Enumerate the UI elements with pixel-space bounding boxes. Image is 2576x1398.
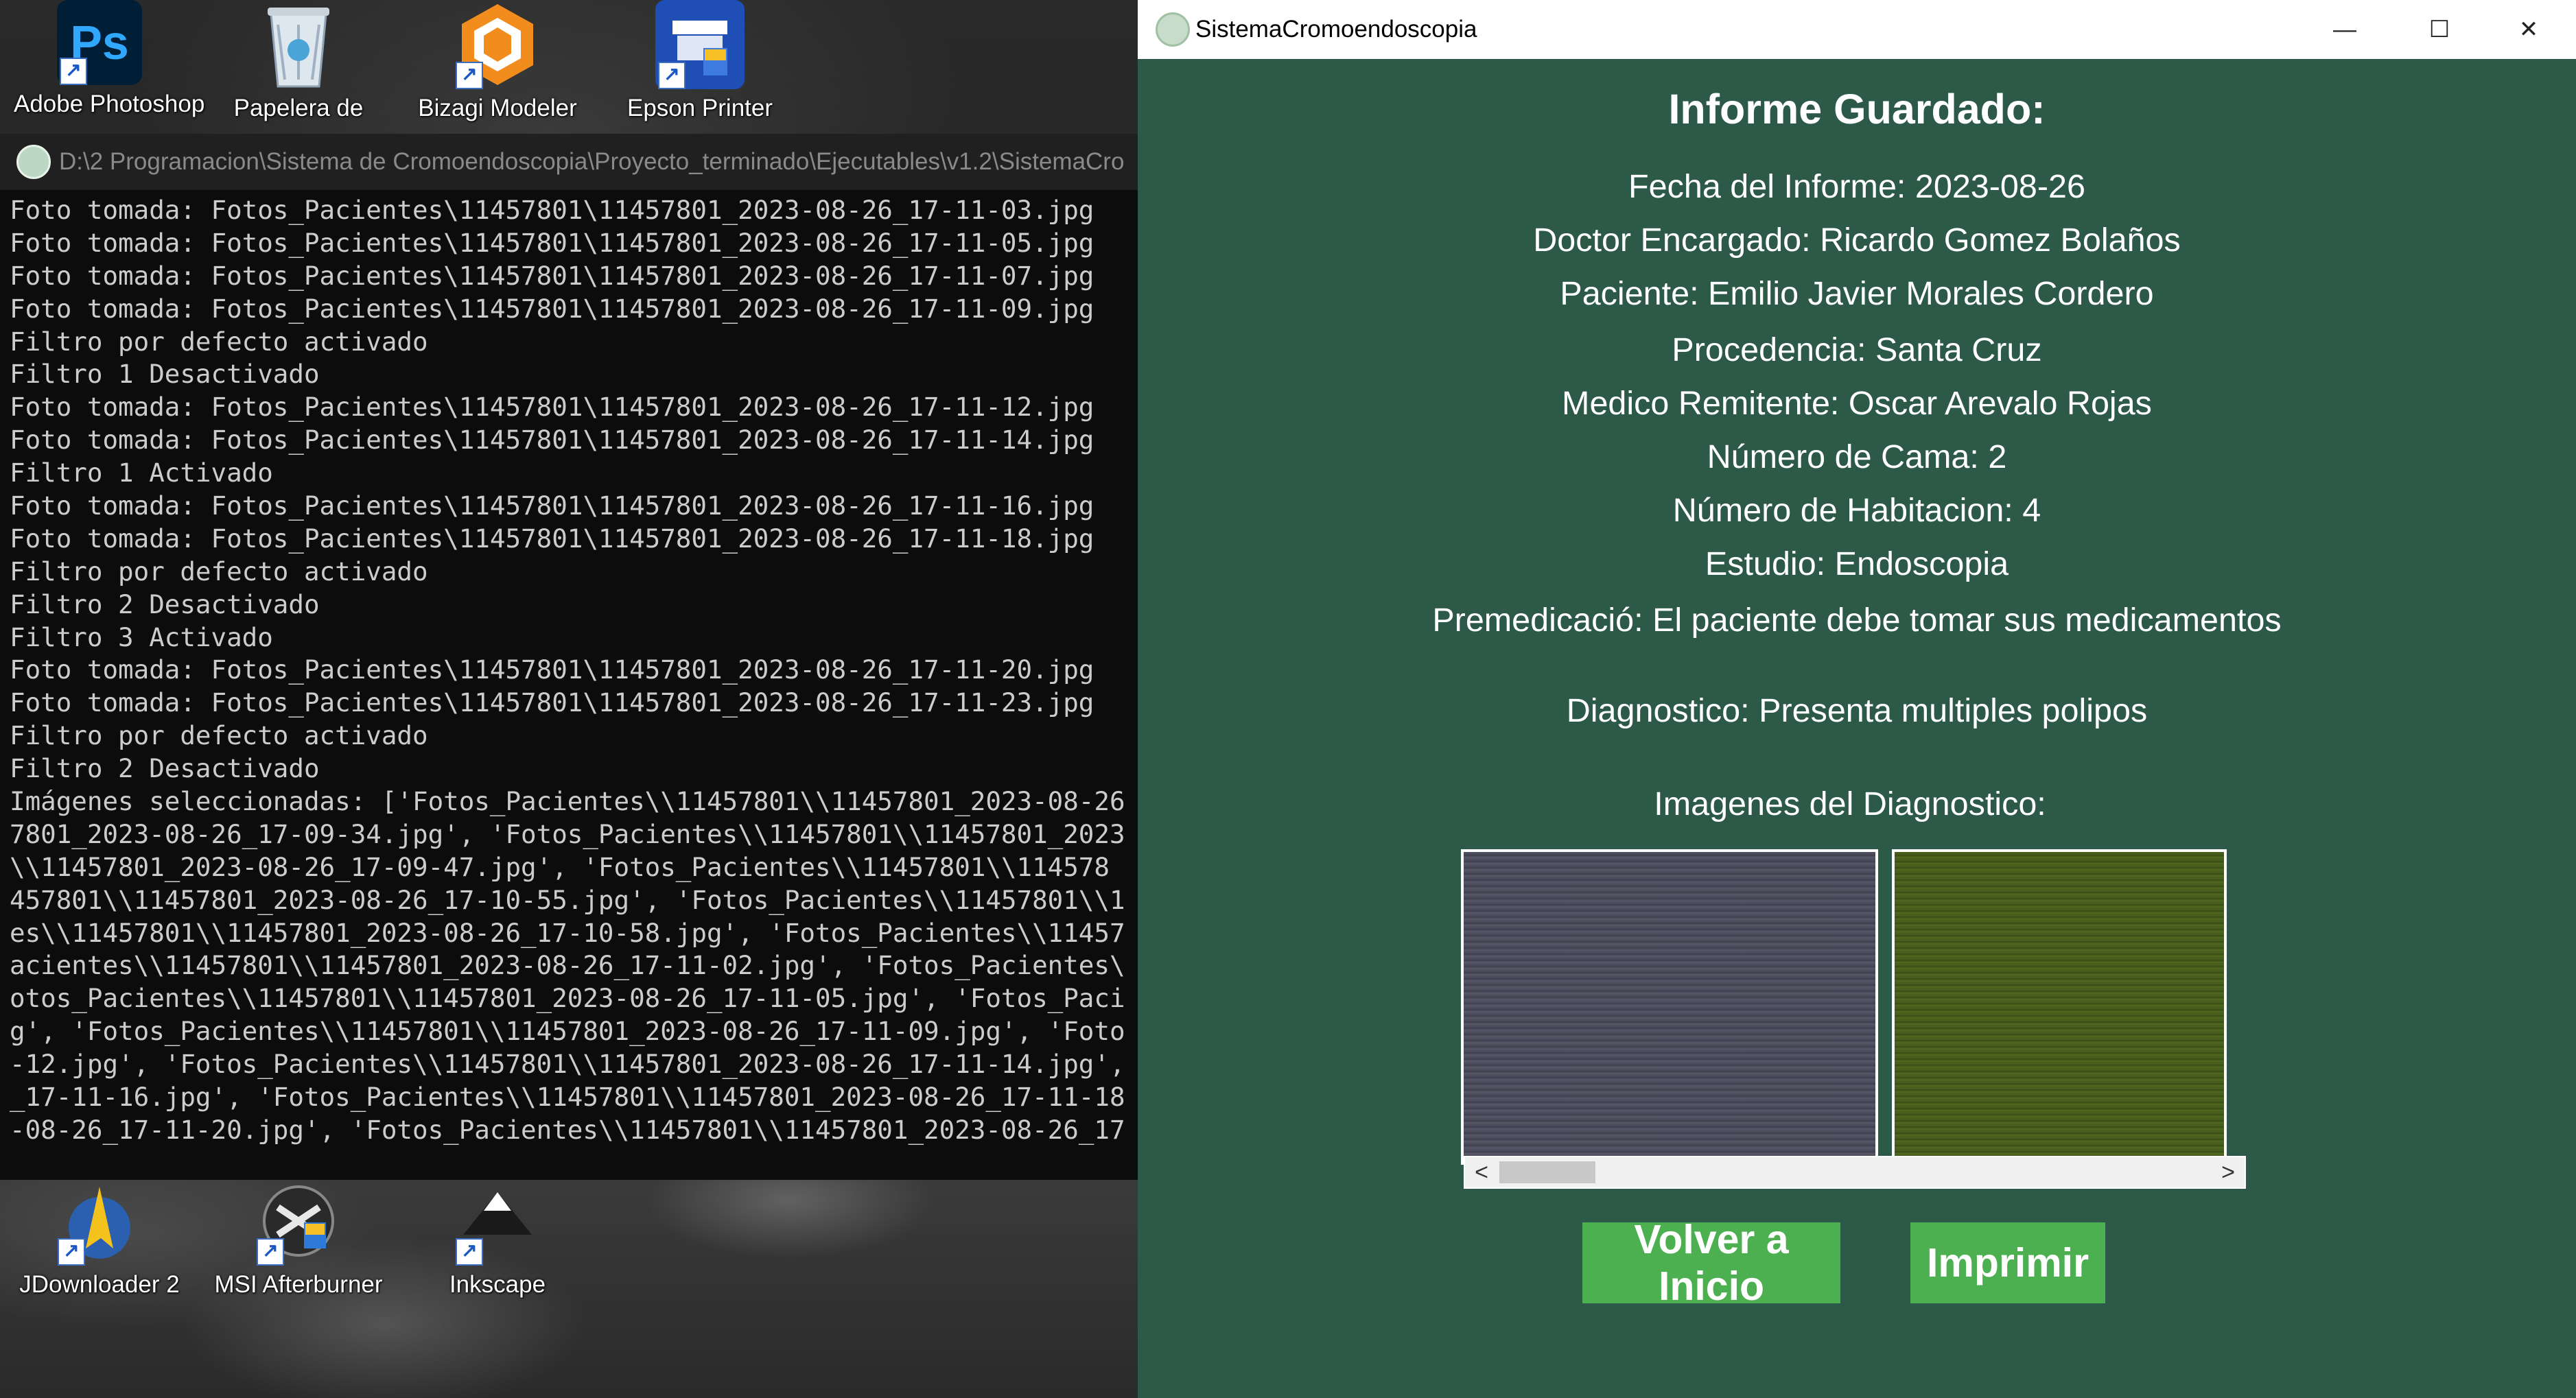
console-line: -12.jpg', 'Fotos_Pacientes\\11457801\\11… [10, 1049, 1125, 1080]
close-button[interactable]: ✕ [2481, 0, 2576, 59]
report-patient: Paciente: Emilio Javier Morales Cordero [1560, 275, 2154, 312]
app-titlebar[interactable]: SistemaCromoendoscopia — ☐ ✕ [1138, 0, 2576, 59]
desktop-icon-label: Epson Printer [627, 95, 773, 121]
app-window[interactable]: SistemaCromoendoscopia — ☐ ✕ Informe Gua… [1138, 0, 2576, 1398]
report-date: Fecha del Informe: 2023-08-26 [1628, 168, 2085, 205]
shortcut-arrow-icon: ↗ [257, 1238, 284, 1266]
report-study: Estudio: Endoscopia [1705, 545, 2009, 582]
gallery-scrollbar[interactable]: < > [1464, 1156, 2246, 1189]
console-line: Foto tomada: Fotos_Pacientes\11457801\11… [10, 195, 1094, 225]
app-icon [1156, 12, 1190, 47]
console-line: otos_Pacientes\\11457801\\11457801_2023-… [10, 983, 1125, 1014]
console-line: _17-11-16.jpg', 'Fotos_Pacientes\\114578… [10, 1082, 1125, 1113]
console-line: Filtro por defecto activado [10, 326, 428, 357]
desktop-icon-inkscape[interactable]: ↗ Inkscape [412, 1176, 583, 1299]
console-line: Foto tomada: Fotos_Pacientes\11457801\11… [10, 425, 1094, 455]
report-premedication: Premedicació: El paciente debe tomar sus… [1432, 602, 2282, 639]
console-line: Foto tomada: Fotos_Pacientes\11457801\11… [10, 654, 1094, 685]
desktop-icon-label: JDownloader 2 [19, 1271, 180, 1298]
shortcut-arrow-icon: ↗ [456, 62, 483, 89]
report-room-number: Número de Habitacion: 4 [1672, 492, 2041, 529]
console-line: g', 'Fotos_Pacientes\\11457801\\11457801… [10, 1016, 1125, 1047]
report-referring-doctor: Medico Remitente: Oscar Arevalo Rojas [1562, 385, 2152, 422]
console-line: Filtro 3 Activado [10, 621, 273, 652]
image-gallery[interactable] [1461, 849, 2246, 1165]
console-title: D:\2 Programacion\Sistema de Cromoendosc… [59, 148, 1125, 175]
desktop-icon-msi-afterburner[interactable]: ↗ MSI Afterburner [213, 1176, 384, 1299]
photoshop-icon: Ps ↗ [57, 0, 142, 85]
shortcut-arrow-icon: ↗ [60, 58, 87, 85]
console-line: Foto tomada: Fotos_Pacientes\11457801\11… [10, 293, 1094, 324]
report-diagnosis: Diagnostico: Presenta multiples polipos [1566, 692, 2148, 729]
report-origin: Procedencia: Santa Cruz [1672, 331, 2042, 368]
desktop-icon-label: Inkscape [449, 1271, 546, 1298]
maximize-button[interactable]: ☐ [2392, 0, 2487, 59]
home-button[interactable]: Volver a Inicio [1582, 1217, 1840, 1309]
desktop-icon-label: Papelera de [233, 95, 364, 121]
report-bed-number: Número de Cama: 2 [1707, 438, 2007, 475]
console-line: es\\11457801\\11457801_2023-08-26_17-10-… [10, 917, 1125, 948]
page-title: Informe Guardado: [1668, 86, 2046, 132]
scroll-left-arrow-icon[interactable]: < [1468, 1157, 1495, 1187]
bizagi-icon: ↗ [453, 0, 542, 89]
app-title: SistemaCromoendoscopia [1195, 16, 1477, 43]
report-doctor: Doctor Encargado: Ricardo Gomez Bolaños [1533, 222, 2181, 259]
afterburner-icon: ↗ [254, 1176, 343, 1266]
console-line: 7801_2023-08-26_17-09-34.jpg', 'Fotos_Pa… [10, 818, 1125, 849]
desktop-icon-label: Adobe Photoshop [14, 91, 205, 117]
desktop-icon-epson-printer[interactable]: ↗ Epson Printer [614, 0, 786, 122]
console-line: Imágenes seleccionadas: ['Fotos_Paciente… [10, 786, 1125, 817]
desktop-icon-jdownloader[interactable]: ↗ JDownloader 2 [14, 1176, 185, 1299]
console-line: Foto tomada: Fotos_Pacientes\11457801\11… [10, 227, 1094, 258]
console-line: Filtro 1 Activado [10, 458, 273, 488]
console-output[interactable]: Foto tomada: Fotos_Pacientes\11457801\11… [0, 190, 1138, 1168]
print-button[interactable]: Imprimir [1910, 1222, 2105, 1303]
diagnosis-image[interactable] [1461, 849, 1878, 1165]
console-line: Foto tomada: Fotos_Pacientes\11457801\11… [10, 392, 1094, 423]
console-line: Foto tomada: Fotos_Pacientes\11457801\11… [10, 490, 1094, 521]
console-line: Foto tomada: Fotos_Pacientes\11457801\11… [10, 260, 1094, 291]
scrollbar-thumb[interactable] [1499, 1161, 1595, 1183]
console-window[interactable]: D:\2 Programacion\Sistema de Cromoendosc… [0, 134, 1139, 1180]
console-line: Filtro por defecto activado [10, 556, 428, 587]
console-line: \\11457801_2023-08-26_17-09-47.jpg', 'Fo… [10, 851, 1110, 882]
minimize-button[interactable]: — [2297, 0, 2392, 59]
shortcut-arrow-icon: ↗ [658, 62, 686, 89]
console-line: Filtro 1 Desactivado [10, 359, 320, 390]
diagnosis-image[interactable] [1892, 849, 2227, 1165]
console-titlebar[interactable]: D:\2 Programacion\Sistema de Cromoendosc… [0, 134, 1138, 190]
console-line: -08-26_17-11-20.jpg', 'Fotos_Pacientes\\… [10, 1114, 1125, 1145]
app-icon [16, 145, 51, 179]
console-line: Foto tomada: Fotos_Pacientes\11457801\11… [10, 523, 1094, 554]
console-line: Foto tomada: Fotos_Pacientes\11457801\11… [10, 687, 1094, 718]
inkscape-icon: ↗ [453, 1176, 542, 1266]
console-line: Filtro 2 Desactivado [10, 753, 320, 784]
shortcut-arrow-icon: ↗ [58, 1238, 85, 1266]
desktop-icon-bizagi[interactable]: ↗ Bizagi Modeler [412, 0, 583, 122]
desktop-icon-photoshop[interactable]: Ps ↗ Adobe Photoshop [14, 0, 205, 118]
scroll-right-arrow-icon[interactable]: > [2214, 1157, 2242, 1187]
console-line: 457801\\11457801_2023-08-26_17-10-55.jpg… [10, 884, 1125, 915]
printer-icon: ↗ [655, 0, 745, 89]
console-line: Filtro por defecto activado [10, 720, 428, 751]
jdownloader-icon: ↗ [55, 1176, 144, 1266]
desktop-icon-label: Bizagi Modeler [418, 95, 577, 121]
shortcut-arrow-icon: ↗ [456, 1238, 483, 1266]
console-line: acientes\\11457801\\11457801_2023-08-26_… [10, 950, 1125, 981]
images-label: Imagenes del Diagnostico: [1654, 785, 2046, 822]
report-panel: Informe Guardado: Fecha del Informe: 202… [1138, 59, 2576, 1398]
recycle-bin-icon [254, 0, 343, 89]
desktop-icon-recycle-bin[interactable]: Papelera de [213, 0, 384, 122]
desktop-icon-label: MSI Afterburner [214, 1271, 383, 1298]
console-line: Filtro 2 Desactivado [10, 589, 320, 619]
